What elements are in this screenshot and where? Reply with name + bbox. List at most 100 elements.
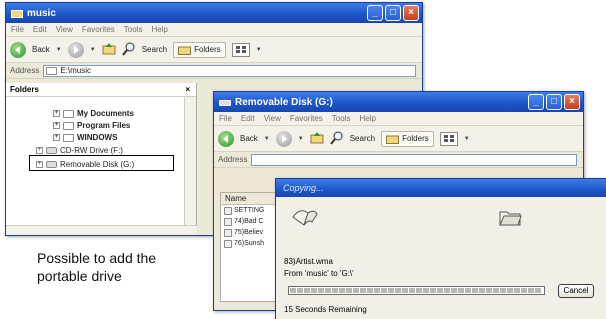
menu-tools[interactable]: Tools: [124, 25, 143, 34]
forward-arrow-icon[interactable]: [67, 41, 84, 58]
menu-help[interactable]: Help: [359, 114, 375, 123]
menu-file[interactable]: File: [219, 114, 232, 123]
search-button-label[interactable]: Search: [142, 45, 167, 54]
audio-file-icon: [224, 228, 232, 237]
folders-button[interactable]: Folders: [173, 41, 226, 58]
back-button-label[interactable]: Back: [32, 45, 50, 54]
menu-view[interactable]: View: [56, 25, 73, 34]
removable-title-bar[interactable]: Removable Disk (G:) _ □ ×: [214, 92, 583, 112]
tree-item-label: Program Files: [77, 121, 131, 130]
menu-edit[interactable]: Edit: [33, 25, 47, 34]
progress-block: [297, 288, 303, 293]
progress-block: [514, 288, 520, 293]
expand-icon[interactable]: +: [36, 147, 43, 154]
menu-tools[interactable]: Tools: [332, 114, 351, 123]
file-name: 76)Sunsh: [234, 240, 264, 247]
progress-block: [472, 288, 478, 293]
progress-block: [388, 288, 394, 293]
progress-block: [311, 288, 317, 293]
copying-file-name: 83)Artist.wma: [284, 257, 333, 266]
list-item[interactable]: SETTING: [221, 205, 281, 216]
tree-item-program-files[interactable]: + Program Files: [53, 121, 130, 130]
chevron-down-icon[interactable]: ▼: [256, 47, 262, 53]
forward-arrow-icon[interactable]: [275, 130, 292, 147]
search-button-label[interactable]: Search: [350, 134, 375, 143]
close-button[interactable]: ×: [564, 94, 580, 110]
back-button-label[interactable]: Back: [240, 134, 258, 143]
menu-view[interactable]: View: [264, 114, 281, 123]
menu-help[interactable]: Help: [151, 25, 167, 34]
expand-icon[interactable]: +: [53, 122, 60, 129]
chevron-down-icon[interactable]: ▼: [298, 136, 304, 142]
tree-item-my-documents[interactable]: + My Documents: [53, 109, 134, 118]
folders-button[interactable]: Folders: [381, 130, 434, 147]
removable-window-title: Removable Disk (G:): [235, 96, 333, 108]
expand-icon[interactable]: +: [53, 134, 60, 141]
back-arrow-icon[interactable]: [218, 130, 234, 147]
progress-block: [339, 288, 345, 293]
menu-file[interactable]: File: [11, 25, 24, 34]
copying-dialog-title: Copying...: [283, 183, 324, 193]
progress-block: [346, 288, 352, 293]
chevron-down-icon[interactable]: ▼: [90, 47, 96, 53]
removable-menu-bar: File Edit View Favorites Tools Help: [214, 112, 583, 126]
maximize-button[interactable]: □: [385, 5, 401, 21]
tree-hscrollbar[interactable]: [6, 225, 197, 235]
list-item[interactable]: 74)Bad C: [221, 216, 281, 227]
copying-title-bar[interactable]: Copying...: [276, 179, 606, 197]
back-arrow-icon[interactable]: [10, 41, 26, 58]
search-icon[interactable]: [329, 131, 344, 147]
minimize-button[interactable]: _: [367, 5, 383, 21]
cancel-button[interactable]: Cancel: [558, 284, 594, 298]
music-toolbar: Back ▼ ▼ Search Folders ▼: [6, 37, 422, 63]
progress-block: [430, 288, 436, 293]
progress-block: [500, 288, 506, 293]
list-item[interactable]: 75)Believ: [221, 227, 281, 238]
removable-address-bar: Address: [214, 152, 583, 168]
folder-icon: [63, 109, 74, 118]
progress-block: [325, 288, 331, 293]
flying-paper-icon: [292, 210, 318, 226]
music-title-bar[interactable]: music _ □ ×: [6, 3, 422, 23]
progress-block: [395, 288, 401, 293]
menu-favorites[interactable]: Favorites: [290, 114, 323, 123]
removable-drive-icon: [219, 99, 231, 106]
folder-icon: [63, 133, 74, 142]
folders-pane: Folders × + My Documents + Program Files…: [6, 83, 197, 235]
address-field[interactable]: E:\music: [43, 64, 416, 77]
progress-block: [528, 288, 534, 293]
progress-block: [367, 288, 373, 293]
close-button[interactable]: ×: [403, 5, 419, 21]
tree-scrollbar[interactable]: [184, 97, 196, 225]
close-pane-icon[interactable]: ×: [185, 85, 190, 94]
progress-block: [290, 288, 296, 293]
list-item[interactable]: 76)Sunsh: [221, 238, 281, 249]
menu-favorites[interactable]: Favorites: [82, 25, 115, 34]
expand-icon[interactable]: +: [53, 110, 60, 117]
views-icon[interactable]: [231, 42, 250, 57]
search-icon[interactable]: [121, 42, 136, 58]
folders-icon: [178, 46, 192, 55]
caption-text: Possible to add the portable drive: [37, 249, 156, 285]
maximize-button[interactable]: □: [546, 94, 562, 110]
tree-item-label: CD-RW Drive (F:): [60, 146, 123, 155]
progress-block: [423, 288, 429, 293]
music-window-title: music: [27, 7, 56, 19]
folder-icon: [63, 121, 74, 130]
tree-item-windows[interactable]: + WINDOWS: [53, 133, 117, 142]
minimize-button[interactable]: _: [528, 94, 544, 110]
up-folder-icon[interactable]: [102, 42, 116, 58]
chevron-down-icon[interactable]: ▼: [464, 136, 470, 142]
chevron-down-icon[interactable]: ▼: [56, 47, 62, 53]
chevron-down-icon[interactable]: ▼: [264, 136, 270, 142]
progress-block: [402, 288, 408, 293]
column-header-name[interactable]: Name: [221, 193, 281, 205]
progress-block: [486, 288, 492, 293]
menu-edit[interactable]: Edit: [241, 114, 255, 123]
tree-item-cd-rw-drive[interactable]: + CD-RW Drive (F:): [36, 146, 123, 155]
audio-file-icon: [224, 217, 232, 226]
tree-item-label: WINDOWS: [77, 133, 118, 142]
up-folder-icon[interactable]: [310, 131, 324, 147]
views-icon[interactable]: [439, 131, 458, 146]
address-field[interactable]: [251, 153, 577, 166]
